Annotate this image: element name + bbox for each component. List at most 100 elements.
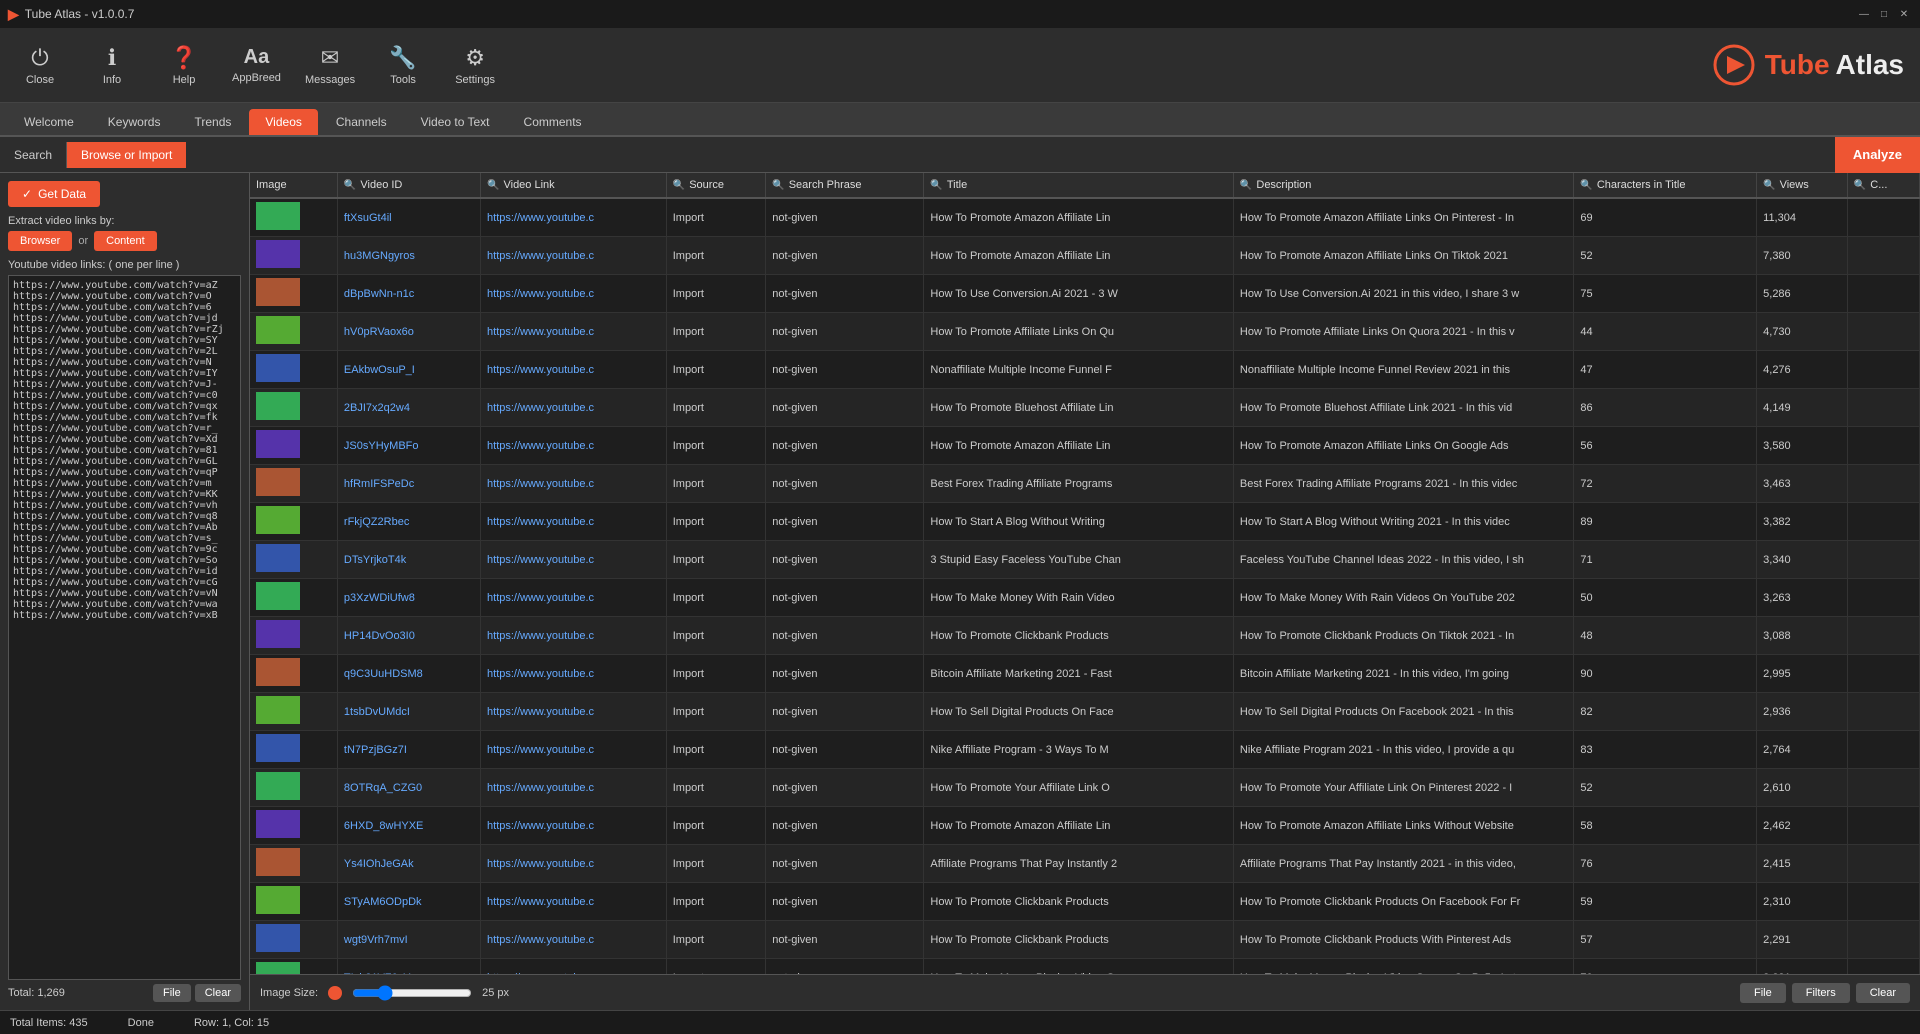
video-link-cell[interactable]: https://www.youtube.c <box>481 313 667 351</box>
tools-toolbar-button[interactable]: 🔧 Tools <box>379 45 427 86</box>
video-link-cell[interactable]: https://www.youtube.c <box>481 655 667 693</box>
table-row[interactable]: DTsYrjkoT4khttps://www.youtube.cImportno… <box>250 541 1920 579</box>
table-row[interactable]: 2BJI7x2q2w4https://www.youtube.cImportno… <box>250 389 1920 427</box>
table-row[interactable]: Ys4IOhJeGAkhttps://www.youtube.cImportno… <box>250 845 1920 883</box>
file-button-right[interactable]: File <box>1740 983 1786 1003</box>
video-id-cell[interactable]: TIsb31VZ0yY <box>337 959 480 975</box>
tab-trends[interactable]: Trends <box>178 109 247 135</box>
table-row[interactable]: EAkbwOsuP_Ihttps://www.youtube.cImportno… <box>250 351 1920 389</box>
video-id-cell[interactable]: STyAM6ODpDk <box>337 883 480 921</box>
source-cell: Import <box>666 465 766 503</box>
video-link-cell[interactable]: https://www.youtube.c <box>481 198 667 237</box>
table-row[interactable]: hu3MGNgyroshttps://www.youtube.cImportno… <box>250 237 1920 275</box>
video-link-cell[interactable]: https://www.youtube.c <box>481 579 667 617</box>
table-row[interactable]: ftXsuGt4ilhttps://www.youtube.cImportnot… <box>250 198 1920 237</box>
tab-video-to-text[interactable]: Video to Text <box>405 109 506 135</box>
table-row[interactable]: rFkjQZ2Rbechttps://www.youtube.cImportno… <box>250 503 1920 541</box>
tab-keywords[interactable]: Keywords <box>92 109 177 135</box>
browser-button[interactable]: Browser <box>8 231 72 251</box>
video-id-cell[interactable]: ftXsuGt4il <box>337 198 480 237</box>
minimize-button[interactable]: — <box>1856 6 1872 22</box>
video-id-cell[interactable]: 8OTRqA_CZG0 <box>337 769 480 807</box>
browse-import-tab[interactable]: Browse or Import <box>67 142 186 168</box>
table-row[interactable]: JS0sYHyMBFohttps://www.youtube.cImportno… <box>250 427 1920 465</box>
video-link-cell[interactable]: https://www.youtube.c <box>481 503 667 541</box>
video-id-cell[interactable]: 6HXD_8wHYXE <box>337 807 480 845</box>
video-id-cell[interactable]: hu3MGNgyros <box>337 237 480 275</box>
image-size-slider[interactable] <box>352 985 472 1001</box>
appbreed-toolbar-button[interactable]: Aa AppBreed <box>232 46 281 84</box>
titlebar-controls[interactable]: — □ ✕ <box>1856 6 1912 22</box>
chars-title-cell: 56 <box>1574 427 1757 465</box>
video-id-cell[interactable]: HP14DvOo3I0 <box>337 617 480 655</box>
video-link-cell[interactable]: https://www.youtube.c <box>481 389 667 427</box>
table-row[interactable]: hV0pRVaox6ohttps://www.youtube.cImportno… <box>250 313 1920 351</box>
video-id-cell[interactable]: dBpBwNn-n1c <box>337 275 480 313</box>
tab-channels[interactable]: Channels <box>320 109 403 135</box>
table-row[interactable]: STyAM6ODpDkhttps://www.youtube.cImportno… <box>250 883 1920 921</box>
close-toolbar-button[interactable]: ⏻ Close <box>16 45 64 86</box>
search-tab[interactable]: Search <box>0 142 67 168</box>
file-button-left[interactable]: File <box>153 984 191 1002</box>
video-id-cell[interactable]: wgt9Vrh7mvI <box>337 921 480 959</box>
video-link-cell[interactable]: https://www.youtube.c <box>481 465 667 503</box>
data-table: Image 🔍Video ID 🔍Video Link 🔍Source 🔍Sea… <box>250 173 1920 974</box>
table-row[interactable]: 6HXD_8wHYXEhttps://www.youtube.cImportno… <box>250 807 1920 845</box>
table-row[interactable]: wgt9Vrh7mvIhttps://www.youtube.cImportno… <box>250 921 1920 959</box>
content-button[interactable]: Content <box>94 231 157 251</box>
video-link-cell[interactable]: https://www.youtube.c <box>481 541 667 579</box>
video-link-cell[interactable]: https://www.youtube.c <box>481 693 667 731</box>
table-row[interactable]: TIsb31VZ0yYhttps://www.youtube.cImportno… <box>250 959 1920 975</box>
video-id-cell[interactable]: hfRmIFSPeDc <box>337 465 480 503</box>
filters-button[interactable]: Filters <box>1792 983 1850 1003</box>
video-link-cell[interactable]: https://www.youtube.c <box>481 921 667 959</box>
video-link-cell[interactable]: https://www.youtube.c <box>481 427 667 465</box>
video-id-cell[interactable]: 2BJI7x2q2w4 <box>337 389 480 427</box>
info-toolbar-button[interactable]: ℹ Info <box>88 45 136 86</box>
video-id-cell[interactable]: tN7PzjBGz7I <box>337 731 480 769</box>
video-link-cell[interactable]: https://www.youtube.c <box>481 731 667 769</box>
maximize-button[interactable]: □ <box>1876 6 1892 22</box>
video-link-cell[interactable]: https://www.youtube.c <box>481 959 667 975</box>
tab-welcome[interactable]: Welcome <box>8 109 90 135</box>
tab-videos[interactable]: Videos <box>249 109 317 135</box>
clear-button-right[interactable]: Clear <box>1856 983 1910 1003</box>
get-data-button[interactable]: ✓ Get Data <box>8 181 100 207</box>
table-row[interactable]: hfRmIFSPeDchttps://www.youtube.cImportno… <box>250 465 1920 503</box>
tab-comments[interactable]: Comments <box>508 109 598 135</box>
clear-button-left[interactable]: Clear <box>195 984 241 1002</box>
video-link-cell[interactable]: https://www.youtube.c <box>481 845 667 883</box>
video-link-cell[interactable]: https://www.youtube.c <box>481 769 667 807</box>
table-row[interactable]: dBpBwNn-n1chttps://www.youtube.cImportno… <box>250 275 1920 313</box>
video-link-cell[interactable]: https://www.youtube.c <box>481 351 667 389</box>
table-row[interactable]: 8OTRqA_CZG0https://www.youtube.cImportno… <box>250 769 1920 807</box>
video-link-cell[interactable]: https://www.youtube.c <box>481 883 667 921</box>
video-id-cell[interactable]: rFkjQZ2Rbec <box>337 503 480 541</box>
video-link-cell[interactable]: https://www.youtube.c <box>481 275 667 313</box>
video-link-cell[interactable]: https://www.youtube.c <box>481 617 667 655</box>
source-cell: Import <box>666 655 766 693</box>
table-row[interactable]: p3XzWDiUfw8https://www.youtube.cImportno… <box>250 579 1920 617</box>
table-row[interactable]: 1tsbDvUMdcIhttps://www.youtube.cImportno… <box>250 693 1920 731</box>
help-toolbar-button[interactable]: ❓ Help <box>160 45 208 86</box>
close-button[interactable]: ✕ <box>1896 6 1912 22</box>
video-id-cell[interactable]: q9C3UuHDSM8 <box>337 655 480 693</box>
video-id-cell[interactable]: hV0pRVaox6o <box>337 313 480 351</box>
table-row[interactable]: HP14DvOo3I0https://www.youtube.cImportno… <box>250 617 1920 655</box>
video-id-cell[interactable]: DTsYrjkoT4k <box>337 541 480 579</box>
size-slider-dot[interactable] <box>328 986 342 1000</box>
links-textarea[interactable] <box>8 275 241 980</box>
table-row[interactable]: tN7PzjBGz7Ihttps://www.youtube.cImportno… <box>250 731 1920 769</box>
table-row[interactable]: q9C3UuHDSM8https://www.youtube.cImportno… <box>250 655 1920 693</box>
video-link-cell[interactable]: https://www.youtube.c <box>481 237 667 275</box>
video-id-cell[interactable]: EAkbwOsuP_I <box>337 351 480 389</box>
video-id-cell[interactable]: Ys4IOhJeGAk <box>337 845 480 883</box>
table-container[interactable]: Image 🔍Video ID 🔍Video Link 🔍Source 🔍Sea… <box>250 173 1920 974</box>
video-id-cell[interactable]: JS0sYHyMBFo <box>337 427 480 465</box>
messages-toolbar-button[interactable]: ✉ Messages <box>305 45 355 86</box>
analyze-button[interactable]: Analyze <box>1835 137 1920 173</box>
video-id-cell[interactable]: p3XzWDiUfw8 <box>337 579 480 617</box>
settings-toolbar-button[interactable]: ⚙ Settings <box>451 45 499 86</box>
video-id-cell[interactable]: 1tsbDvUMdcI <box>337 693 480 731</box>
video-link-cell[interactable]: https://www.youtube.c <box>481 807 667 845</box>
